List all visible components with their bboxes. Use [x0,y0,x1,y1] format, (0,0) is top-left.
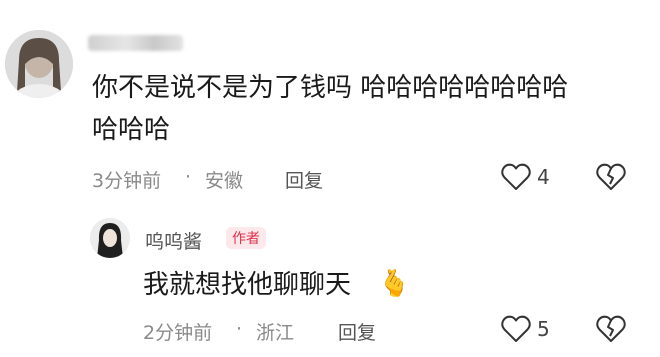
comment-location: 安徽 [205,170,244,192]
comment-time: 3分钟前 [92,170,162,192]
heart-hands-emoji: 🫰 [378,269,411,299]
author-avatar[interactable] [90,218,130,258]
comment-text-line1: 你不是说不是为了钱吗 哈哈哈哈哈哈哈哈 [92,73,569,103]
like-icon[interactable] [500,314,532,348]
dislike-icon[interactable] [595,162,627,196]
avatar-image [5,30,73,98]
author-avatar-image [90,218,130,258]
meta-separator: · [236,318,243,340]
author-badge: 作者 [226,227,266,249]
comment-text-line2: 哈哈哈 [92,115,171,145]
meta-separator: · [185,166,192,188]
reply-text: 我就想找他聊聊天 [143,270,352,300]
dislike-icon[interactable] [595,314,627,348]
like-icon[interactable] [500,162,532,196]
like-count: 4 [537,165,550,189]
comment-time: 2分钟前 [143,322,213,344]
like-count: 5 [537,317,550,341]
author-username[interactable]: 呜呜酱 [145,227,202,254]
avatar[interactable] [5,30,73,98]
comment-location: 浙江 [256,322,295,344]
reply-button[interactable]: 回复 [285,166,323,193]
reply-button[interactable]: 回复 [338,318,376,345]
username-blurred[interactable] [88,35,183,51]
